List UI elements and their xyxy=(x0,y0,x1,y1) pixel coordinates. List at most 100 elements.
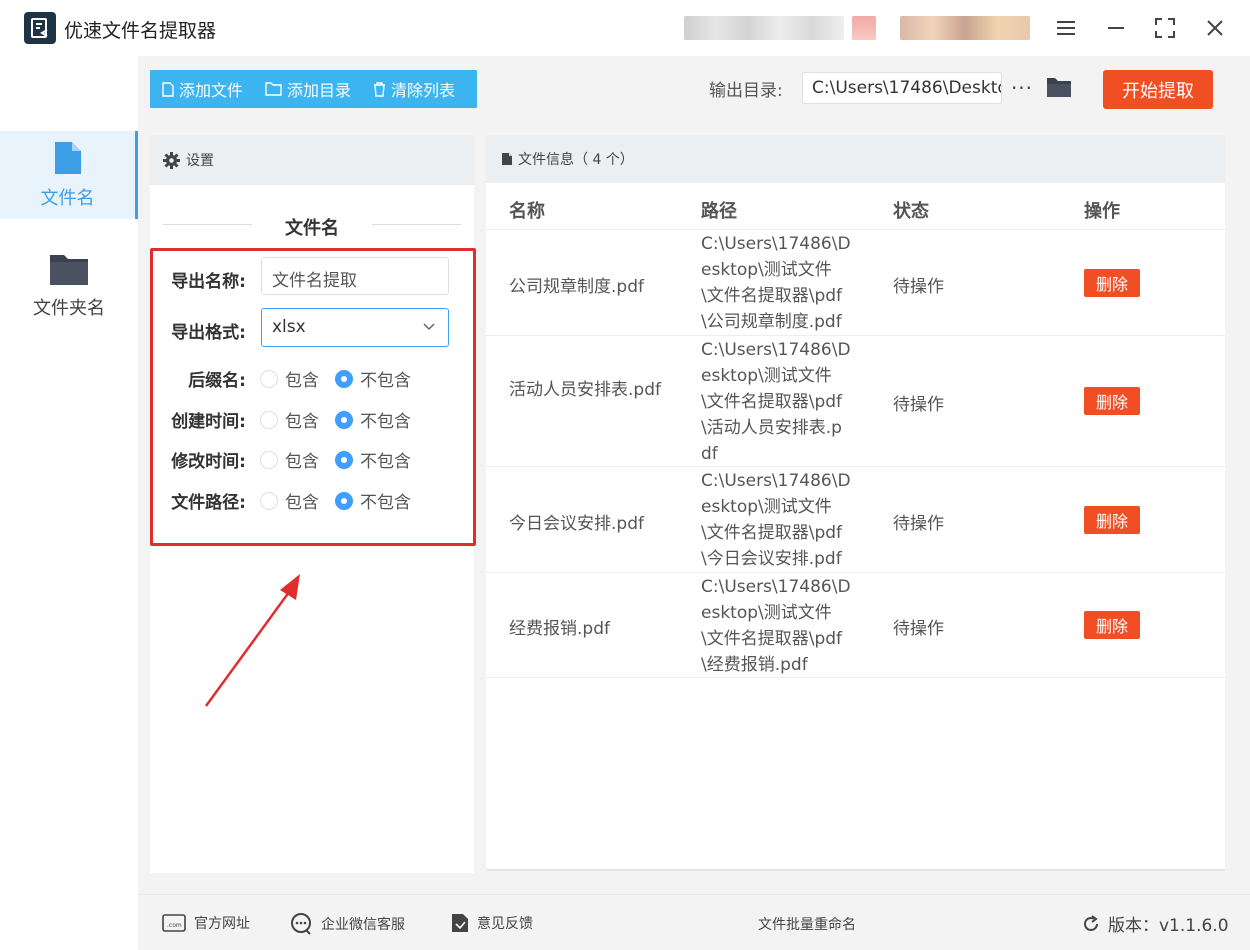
folder-outline-icon xyxy=(265,82,282,96)
file-icon xyxy=(54,142,81,174)
suffix-exclude-radio[interactable] xyxy=(335,369,353,388)
document-icon xyxy=(502,153,512,165)
created-exclude-label[interactable]: 不包含 xyxy=(360,407,411,432)
nav-item-filename[interactable]: 文件名 xyxy=(0,131,138,219)
add-file-label: 添加文件 xyxy=(179,81,244,100)
add-directory-button[interactable]: 添加目录 xyxy=(253,70,361,108)
wechat-support-link[interactable]: 企业微信客服 xyxy=(289,913,405,935)
footer-center-link[interactable]: 文件批量重命名 xyxy=(758,914,856,934)
column-header-status: 状态 xyxy=(893,201,929,222)
export-name-label: 导出名称: xyxy=(171,272,246,292)
table-row[interactable]: 活动人员安排表.pdf C:\Users\17486\Desktop\测试文件\… xyxy=(486,336,1225,467)
modified-exclude-radio[interactable] xyxy=(335,450,353,469)
folder-icon xyxy=(50,255,88,285)
nav-label-foldername: 文件夹名 xyxy=(33,298,105,319)
table-row[interactable]: 公司规章制度.pdf C:\Users\17486\Desktop\测试文件\文… xyxy=(486,230,1225,336)
annotation-arrow xyxy=(204,574,300,707)
minimize-icon[interactable] xyxy=(1100,12,1132,44)
clear-list-button[interactable]: 清除列表 xyxy=(361,70,465,108)
website-icon: .com xyxy=(162,914,186,932)
created-include-radio[interactable] xyxy=(260,410,278,429)
section-title: 文件名 xyxy=(285,218,339,239)
footer: .com 官方网址 企业微信客服 意见反馈 文件批量重命名 版本：v1.1.6.… xyxy=(138,894,1250,950)
more-options-button[interactable]: ··· xyxy=(1010,72,1034,104)
blurred-avatar xyxy=(852,16,876,40)
table-row[interactable]: 今日会议安排.pdf C:\Users\17486\Desktop\测试文件\文… xyxy=(486,467,1225,573)
chevron-down-icon xyxy=(423,323,435,331)
add-file-button[interactable]: 添加文件 xyxy=(150,70,253,108)
created-include-label[interactable]: 包含 xyxy=(285,407,319,432)
start-extract-button[interactable]: 开始提取 xyxy=(1103,70,1213,109)
file-outline-icon xyxy=(162,81,174,97)
maximize-icon[interactable] xyxy=(1149,12,1181,44)
app-title: 优速文件名提取器 xyxy=(64,20,217,42)
file-path: C:\Users\17486\Desktop\测试文件\文件名提取器\pdf\经… xyxy=(701,577,851,675)
version-info[interactable]: 版本：v1.1.6.0 xyxy=(1082,911,1229,936)
delete-button[interactable]: 删除 xyxy=(1084,387,1140,415)
file-name: 公司规章制度.pdf xyxy=(509,277,644,297)
modified-exclude-label[interactable]: 不包含 xyxy=(360,447,411,472)
output-dir-input[interactable]: C:\Users\17486\Deskto xyxy=(802,72,1002,104)
export-name-input[interactable]: 文件名提取 xyxy=(261,257,449,295)
feedback-link[interactable]: 意见反馈 xyxy=(451,913,533,933)
delete-button[interactable]: 删除 xyxy=(1084,611,1140,639)
blurred-username xyxy=(900,16,1030,40)
export-format-select[interactable]: xlsx xyxy=(261,308,449,347)
file-info-title: 文件信息（ 4 个） xyxy=(518,152,634,168)
modified-include-label[interactable]: 包含 xyxy=(285,447,319,472)
file-status: 待操作 xyxy=(893,395,944,415)
modified-include-radio[interactable] xyxy=(260,450,278,469)
path-include-label[interactable]: 包含 xyxy=(285,488,319,513)
export-format-label: 导出格式: xyxy=(171,323,246,343)
path-include-radio[interactable] xyxy=(260,491,278,510)
suffix-label: 后缀名: xyxy=(188,371,246,391)
settings-header: 设置 xyxy=(150,135,474,185)
version-label: 版本：v1.1.6.0 xyxy=(1108,916,1229,936)
path-exclude-radio[interactable] xyxy=(335,491,353,510)
nav-item-foldername[interactable]: 文件夹名 xyxy=(0,242,138,330)
nav-label-filename: 文件名 xyxy=(40,188,95,209)
suffix-exclude-label[interactable]: 不包含 xyxy=(360,366,411,391)
path-exclude-label[interactable]: 不包含 xyxy=(360,488,411,513)
add-directory-label: 添加目录 xyxy=(287,81,352,100)
export-format-value: xlsx xyxy=(272,317,306,337)
gear-icon xyxy=(163,151,180,169)
file-name: 经费报销.pdf xyxy=(509,619,610,639)
file-name: 今日会议安排.pdf xyxy=(509,514,644,534)
delete-button[interactable]: 删除 xyxy=(1084,269,1140,297)
app-logo xyxy=(24,12,56,44)
file-status: 待操作 xyxy=(893,619,944,639)
menu-icon[interactable] xyxy=(1050,12,1082,44)
column-header-action: 操作 xyxy=(1084,201,1120,222)
settings-title: 设置 xyxy=(186,153,214,169)
created-time-radio-group: 包含 不包含 xyxy=(260,407,427,432)
file-path: C:\Users\17486\Desktop\测试文件\文件名提取器\pdf\今… xyxy=(701,471,851,569)
table-row[interactable]: 经费报销.pdf C:\Users\17486\Desktop\测试文件\文件名… xyxy=(486,573,1225,678)
official-website-link[interactable]: .com 官方网址 xyxy=(162,913,250,933)
output-dir-label: 输出目录: xyxy=(709,81,783,101)
settings-panel: 设置 文件名 导出名称: 文件名提取 导出格式: xlsx 后缀名: 包含 不包… xyxy=(150,135,476,873)
created-exclude-radio[interactable] xyxy=(335,410,353,429)
file-path: C:\Users\17486\Desktop\测试文件\文件名提取器\pdf\活… xyxy=(701,340,851,464)
wechat-support-label: 企业微信客服 xyxy=(321,917,405,933)
file-status: 待操作 xyxy=(893,514,944,534)
delete-button[interactable]: 删除 xyxy=(1084,506,1140,534)
refresh-icon xyxy=(1084,914,1098,931)
suffix-include-label[interactable]: 包含 xyxy=(285,366,319,391)
clear-list-label: 清除列表 xyxy=(391,81,456,100)
browse-folder-icon[interactable] xyxy=(1046,76,1072,102)
file-path-radio-group: 包含 不包含 xyxy=(260,488,427,513)
blurred-user-info xyxy=(684,16,844,40)
close-icon[interactable] xyxy=(1199,12,1231,44)
feedback-label: 意见反馈 xyxy=(477,916,533,932)
trash-icon xyxy=(374,81,386,97)
created-time-label: 创建时间: xyxy=(171,412,246,432)
suffix-include-radio[interactable] xyxy=(260,369,278,388)
divider-right xyxy=(372,224,461,225)
column-header-name: 名称 xyxy=(509,201,545,222)
file-status: 待操作 xyxy=(893,277,944,297)
main-area: 添加文件 添加目录 清除列表 输出目录: C:\Users\17486\Desk… xyxy=(138,56,1250,894)
file-path-label: 文件路径: xyxy=(171,493,246,513)
chat-icon xyxy=(291,913,311,935)
file-info-header: 文件信息（ 4 个） xyxy=(486,135,1225,183)
